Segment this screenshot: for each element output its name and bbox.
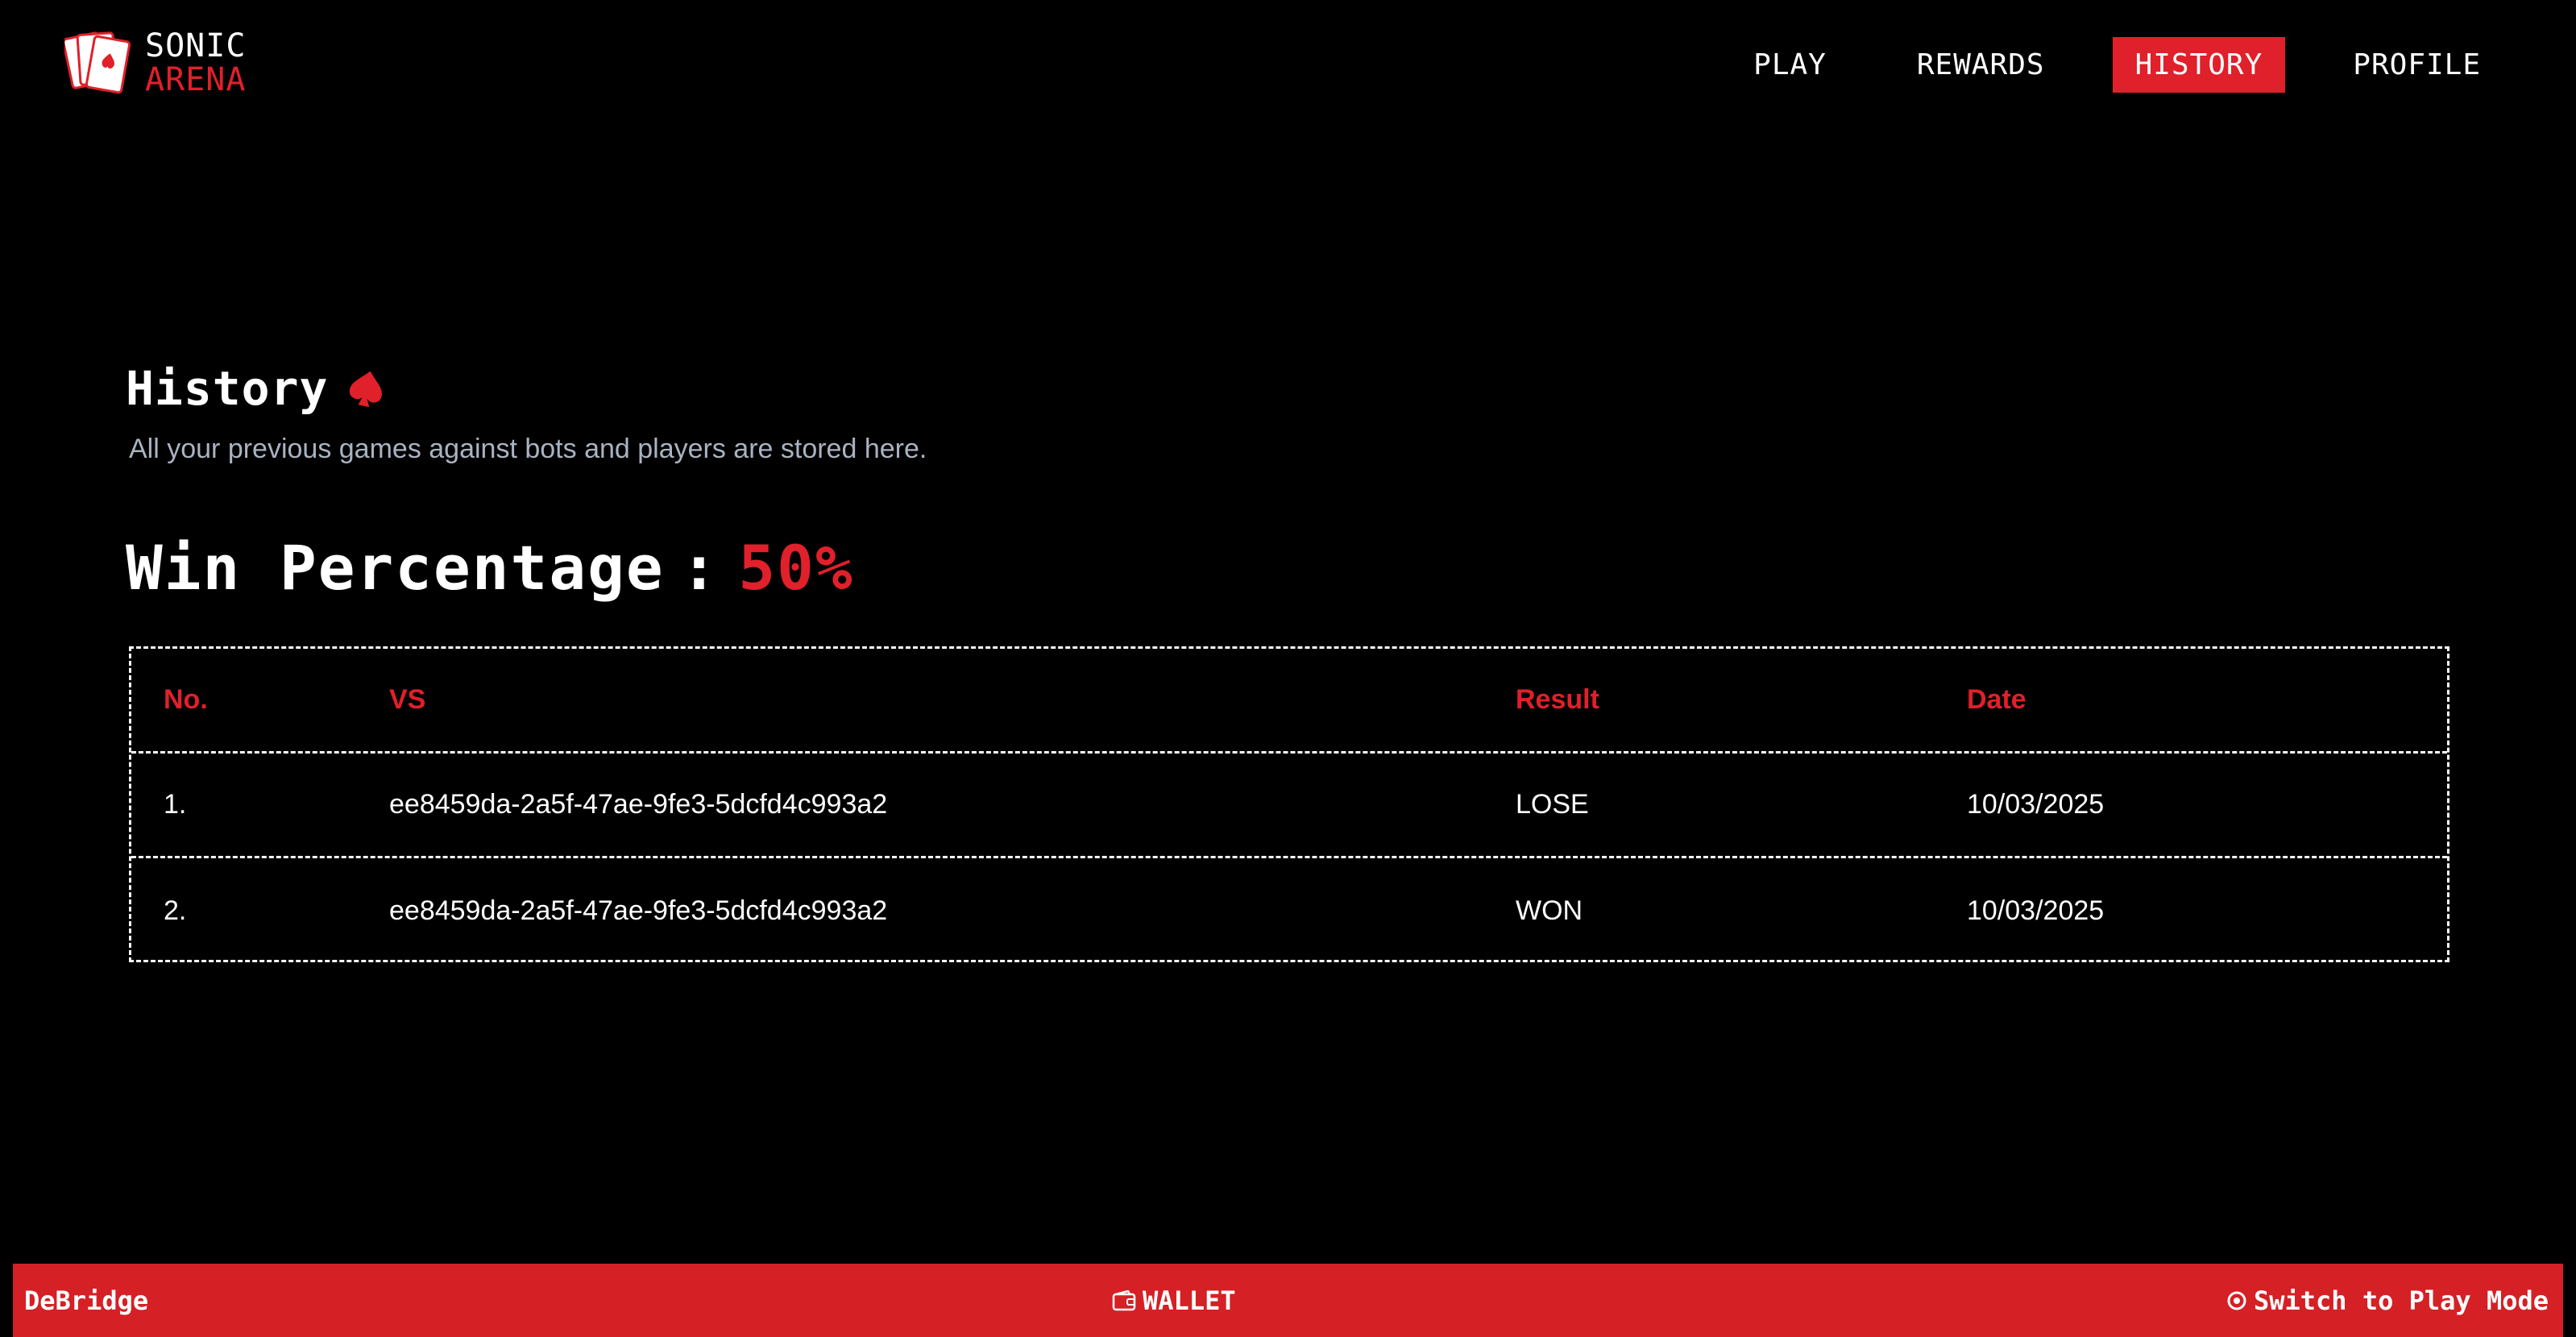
cell-vs: ee8459da-2a5f-47ae-9fe3-5dcfd4c993a2 (389, 895, 888, 926)
spade-icon (350, 371, 383, 408)
page-subtitle: All your previous games against bots and… (129, 434, 927, 464)
playing-cards-icon (64, 31, 131, 94)
table-row[interactable]: 2. ee8459da-2a5f-47ae-9fe3-5dcfd4c993a2 … (131, 858, 2447, 963)
cell-result: WON (1516, 895, 1583, 926)
cell-result: LOSE (1516, 789, 1589, 820)
page-title: History (126, 361, 388, 416)
wallet-button[interactable]: WALLET (1112, 1264, 1236, 1337)
wallet-icon (1112, 1289, 1136, 1310)
column-header-date: Date (1967, 684, 2026, 715)
brand-logo[interactable]: SONIC ARENA (64, 29, 274, 102)
debridge-button[interactable]: DeBridge (24, 1264, 148, 1337)
footer-bar: DeBridge WALLET Switch to Play Mode (13, 1264, 2563, 1337)
win-percentage-value: 50% (738, 532, 854, 604)
nav-play[interactable]: PLAY (1731, 37, 1849, 93)
win-percentage-separator: : (680, 532, 720, 604)
page-title-text: History (126, 361, 329, 416)
table-row[interactable]: 1. ee8459da-2a5f-47ae-9fe3-5dcfd4c993a2 … (131, 754, 2447, 858)
nav-history[interactable]: HISTORY (2112, 36, 2286, 93)
table-header-row: No. VS Result Date (131, 649, 2447, 754)
switch-mode-label: Switch to Play Mode (2253, 1285, 2549, 1316)
cell-vs: ee8459da-2a5f-47ae-9fe3-5dcfd4c993a2 (389, 789, 888, 820)
brand-line2: ARENA (145, 61, 247, 98)
column-header-no: No. (164, 684, 208, 715)
column-header-result: Result (1516, 684, 1599, 715)
wallet-label: WALLET (1143, 1285, 1236, 1316)
column-header-vs: VS (389, 684, 426, 715)
nav-rewards[interactable]: REWARDS (1894, 37, 2068, 93)
win-percentage: Win Percentage : 50% (126, 532, 854, 604)
cell-no: 1. (164, 789, 187, 820)
win-percentage-label: Win Percentage (126, 532, 665, 604)
cell-date: 10/03/2025 (1967, 789, 2105, 820)
brand-line1: SONIC (145, 27, 247, 64)
history-table: No. VS Result Date 1. ee8459da-2a5f-47ae… (129, 646, 2449, 962)
switch-icon (2227, 1291, 2246, 1310)
nav-profile[interactable]: PROFILE (2330, 37, 2503, 93)
cell-no: 2. (164, 895, 187, 926)
brand-name: SONIC ARENA (145, 29, 246, 97)
main-nav: PLAY REWARDS HISTORY PROFILE (1686, 35, 2503, 93)
cell-date: 10/03/2025 (1967, 895, 2105, 926)
switch-mode-button[interactable]: Switch to Play Mode (2226, 1264, 2549, 1337)
